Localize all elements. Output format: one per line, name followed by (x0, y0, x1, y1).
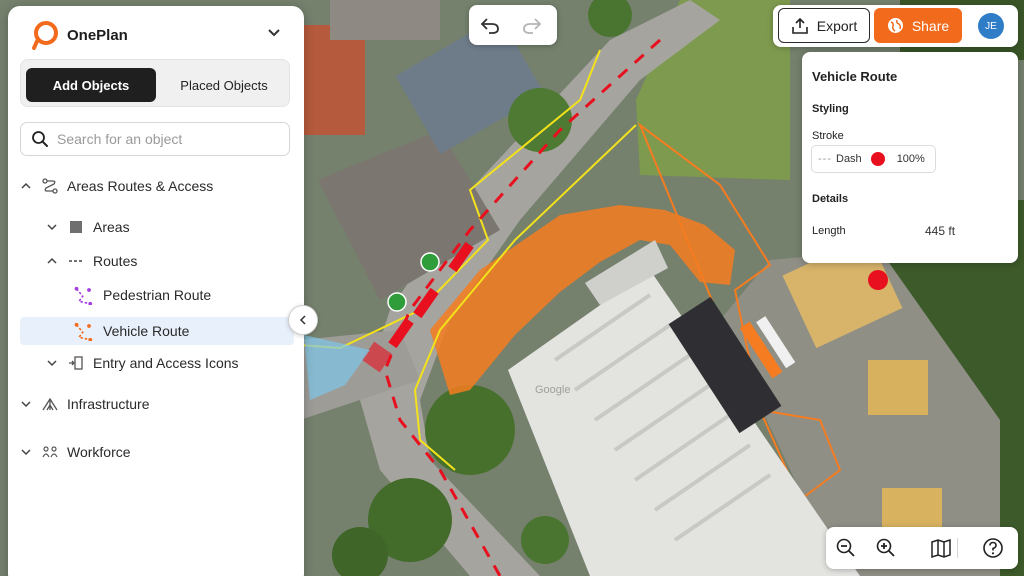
tree-item-entry-access-icons[interactable]: Entry and Access Icons (46, 351, 239, 375)
oneplan-logo-icon (32, 21, 58, 50)
tree-item-areas-routes-access[interactable]: Areas Routes & Access (20, 174, 213, 198)
tree (508, 88, 572, 152)
search-box[interactable] (20, 122, 290, 156)
tree-item-pedestrian-route[interactable]: Pedestrian Route (74, 283, 211, 307)
details-heading: Details (812, 193, 849, 205)
export-icon (791, 17, 808, 34)
vehicle-route-icon (74, 322, 93, 341)
export-button[interactable]: Export (778, 8, 870, 43)
dash-line-icon: --- (818, 153, 832, 165)
tree-item-vehicle-route[interactable]: Vehicle Route (20, 317, 294, 345)
styling-heading: Styling (812, 103, 849, 115)
tree-item-label: Areas (93, 219, 130, 235)
tree-item-workforce[interactable]: Workforce (20, 440, 131, 464)
search-input[interactable] (57, 131, 277, 147)
tree (425, 385, 515, 475)
tree-item-label: Areas Routes & Access (67, 178, 214, 194)
help-icon[interactable] (982, 537, 1004, 559)
tree-item-label: Routes (93, 253, 138, 269)
search-icon (32, 131, 48, 147)
pedestrian-route-icon (74, 286, 93, 305)
map-controls (826, 527, 1018, 569)
tree-item-label: Entry and Access Icons (93, 355, 239, 371)
tree-item-label: Infrastructure (67, 396, 150, 412)
zoom-out-icon[interactable] (835, 537, 857, 559)
share-label: Share (911, 17, 950, 34)
top-actions: Export Share JE (773, 5, 1018, 47)
tree-item-areas[interactable]: Areas (46, 215, 130, 239)
properties-title: Vehicle Route (812, 69, 898, 84)
people-icon (42, 446, 58, 458)
tree (521, 516, 569, 564)
route-handle[interactable] (868, 270, 888, 290)
zoom-in-icon[interactable] (875, 537, 897, 559)
tree-item-label: Workforce (67, 444, 131, 460)
tree-item-routes[interactable]: Routes (46, 249, 137, 273)
globe-icon (887, 18, 903, 33)
tent-icon (42, 397, 58, 411)
chevron-left-icon (299, 315, 306, 325)
length-value: 445 ft (925, 224, 956, 238)
divider (957, 538, 958, 558)
house-roof-2 (330, 0, 440, 40)
stroke-opacity-value[interactable]: 100% (897, 153, 925, 165)
tab-add-objects[interactable]: Add Objects (26, 68, 156, 102)
chevron-up-icon[interactable] (20, 180, 32, 192)
properties-panel: Vehicle Route Styling Stroke --- Dash 10… (802, 52, 1018, 263)
stroke-style-value: Dash (836, 153, 862, 165)
stroke-color-swatch[interactable] (870, 152, 885, 166)
chevron-down-icon[interactable] (266, 24, 282, 40)
share-button[interactable]: Share (874, 8, 962, 43)
collapse-sidebar-button[interactable] (288, 305, 318, 335)
object-tabs: Add Objects Placed Objects (20, 59, 290, 107)
stroke-label: Stroke (812, 130, 844, 142)
length-label: Length (812, 225, 846, 237)
brand[interactable]: OnePlan (30, 20, 128, 50)
chevron-down-icon[interactable] (20, 398, 32, 410)
toilet-marker-icon[interactable] (420, 252, 440, 272)
tree-item-label: Vehicle Route (103, 323, 190, 339)
chevron-down-icon[interactable] (46, 221, 58, 233)
object-library-panel: OnePlan Add Objects Placed Objects Areas… (8, 6, 304, 576)
user-avatar[interactable]: JE (978, 13, 1004, 39)
tree-item-label: Pedestrian Route (103, 287, 212, 303)
tab-placed-objects[interactable]: Placed Objects (161, 68, 287, 102)
map-watermark: Google (535, 384, 570, 396)
stroke-selector[interactable]: --- Dash 100% (811, 145, 936, 173)
chevron-up-icon[interactable] (46, 255, 58, 267)
map-layers-icon[interactable] (930, 537, 952, 559)
redo-icon[interactable] (521, 14, 543, 36)
chevron-down-icon[interactable] (20, 446, 32, 458)
tarp-stacks-2 (868, 360, 928, 415)
square-icon (70, 221, 82, 233)
export-label: Export (816, 17, 858, 34)
chevron-down-icon[interactable] (46, 357, 58, 369)
route-icon (42, 178, 58, 194)
tree-item-infrastructure[interactable]: Infrastructure (20, 392, 149, 416)
app-name: OnePlan (67, 26, 128, 44)
undo-redo-group (469, 5, 557, 45)
house-roof (300, 25, 365, 135)
undo-icon[interactable] (479, 14, 501, 36)
entry-access-icon (69, 356, 83, 370)
dashed-line-icon (69, 260, 83, 262)
toilet-marker-icon[interactable] (387, 292, 407, 312)
